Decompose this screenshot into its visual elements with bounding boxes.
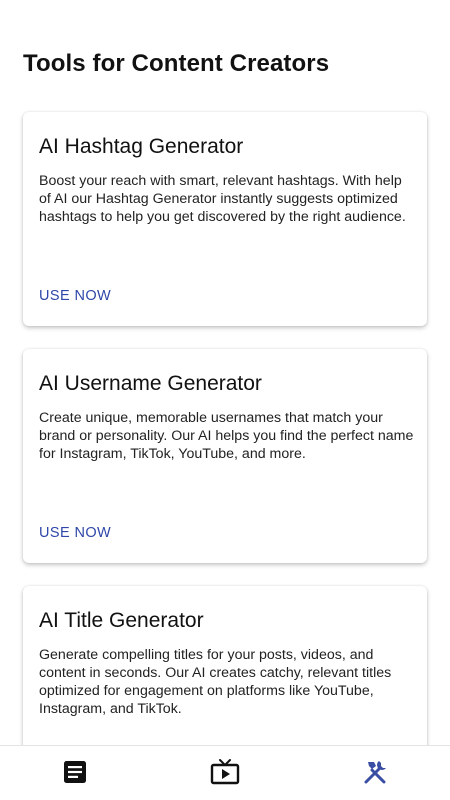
nav-tab-articles[interactable] [55,754,95,790]
card-title: AI Username Generator [39,372,262,395]
card-description: Generate compelling titles for your post… [39,647,392,717]
article-icon [63,760,87,784]
use-now-button[interactable]: USE NOW [39,525,111,541]
app-screen: Tools for Content Creators AI Hashtag Ge… [0,0,450,800]
tv-play-icon [210,758,240,786]
bottom-navigation-bar [0,745,450,800]
nav-tab-tools[interactable] [355,754,395,790]
card-title: AI Hashtag Generator [39,135,244,158]
tool-card-username: AI Username Generator Create unique, mem… [23,349,427,563]
nav-tab-videos[interactable] [205,754,245,790]
page-title: Tools for Content Creators [23,50,330,77]
use-now-button[interactable]: USE NOW [39,288,111,304]
card-description: Create unique, memorable usernames that … [39,410,414,462]
tool-card-hashtag: AI Hashtag Generator Boost your reach wi… [23,112,427,326]
card-title: AI Title Generator [39,609,204,632]
tools-icon [360,758,390,786]
card-description: Boost your reach with smart, relevant ha… [39,173,406,225]
